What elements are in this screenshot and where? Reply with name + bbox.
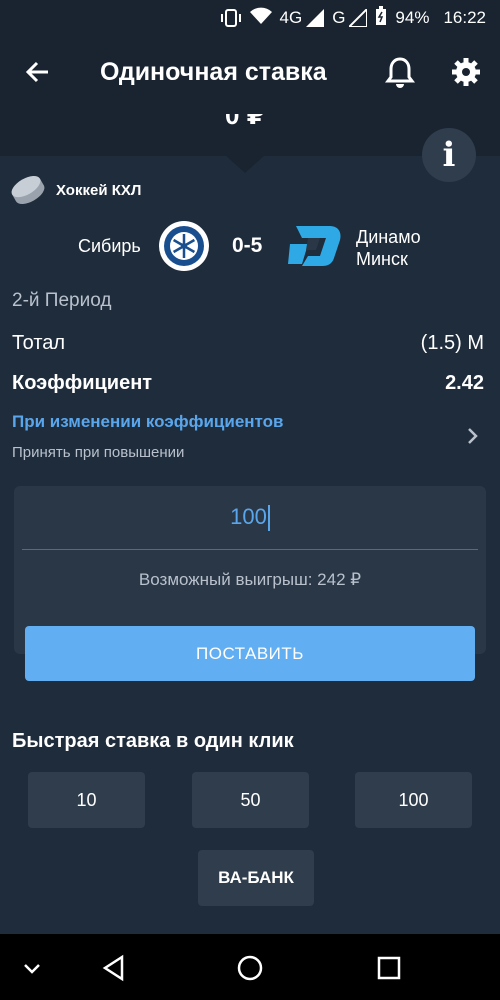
- coefficient-label: Коэффициент: [12, 372, 153, 394]
- stake-value: 100: [230, 504, 267, 529]
- battery-percent: 94%: [395, 8, 430, 27]
- total-amount: 0 ₽: [225, 114, 265, 130]
- stake-input[interactable]: 100: [14, 504, 486, 532]
- away-team: Динамо Минск: [356, 226, 421, 270]
- period-label: 2-й Период: [12, 290, 112, 311]
- quick-bet-100-button[interactable]: 100: [355, 772, 472, 828]
- chevron-down-icon[interactable]: [18, 954, 46, 982]
- clock: 16:22: [443, 8, 486, 27]
- total-row: Тотал (1.5) М: [12, 332, 484, 355]
- quick-bet-10-button[interactable]: 10: [28, 772, 145, 828]
- match-score: 0-5: [232, 234, 263, 257]
- league-row: Хоккей КХЛ: [10, 172, 141, 208]
- hockey-puck-icon: [11, 175, 45, 205]
- text-caret: [267, 505, 270, 532]
- status-bar: 4G G 94% 16:22: [0, 0, 500, 36]
- system-nav-bar: [0, 934, 500, 1000]
- all-in-button[interactable]: ВА-БАНК: [198, 850, 314, 906]
- page-title: Одиночная ставка: [100, 58, 327, 86]
- network-label-2: G: [332, 8, 346, 27]
- info-button[interactable]: i: [422, 128, 476, 182]
- home-team: Сибирь: [78, 236, 141, 256]
- quick-bet-50-button[interactable]: 50: [192, 772, 309, 828]
- away-team-line-2: Минск: [356, 249, 408, 269]
- network-label-1: 4G: [279, 8, 303, 27]
- dinamo-minsk-logo-icon: [288, 222, 344, 270]
- signal-icon: [306, 9, 325, 27]
- chevron-right-icon: [462, 426, 482, 446]
- coefficient-value: 2.42: [445, 372, 484, 394]
- odds-change-setting[interactable]: При изменении коэффициентов Принять при …: [0, 408, 500, 468]
- sibir-logo-icon: [158, 220, 210, 272]
- coefficient-row: Коэффициент 2.42: [12, 372, 484, 395]
- nav-home-icon[interactable]: [236, 954, 264, 982]
- info-icon: i: [442, 135, 456, 175]
- signal-icon-2: [349, 9, 368, 27]
- band-pointer: [225, 155, 265, 173]
- odds-change-title: При изменении коэффициентов: [12, 412, 284, 431]
- possible-win: Возможный выигрыш: 242 ₽: [138, 570, 362, 589]
- match-row: Сибирь 0-5 Динамо Минск: [0, 220, 500, 276]
- wifi-icon: [249, 7, 272, 30]
- odds-change-subtitle: Принять при повышении: [12, 444, 185, 461]
- back-arrow-icon[interactable]: [22, 56, 54, 88]
- place-bet-button[interactable]: ПОСТАВИТЬ: [25, 626, 475, 681]
- away-team-line-1: Динамо: [356, 227, 421, 247]
- app-bar: Одиночная ставка: [0, 36, 500, 114]
- league-name: Хоккей КХЛ: [56, 181, 142, 199]
- gear-icon[interactable]: [450, 56, 482, 88]
- total-value: (1.5) М: [420, 332, 484, 354]
- total-label: Тотал: [12, 332, 66, 354]
- nav-recents-icon[interactable]: [375, 954, 403, 982]
- quick-bet-title: Быстрая ставка в один клик: [12, 730, 294, 752]
- bell-icon[interactable]: [384, 56, 416, 90]
- nav-back-icon[interactable]: [100, 954, 128, 982]
- input-underline: [22, 549, 478, 550]
- vibrate-icon: [220, 9, 242, 27]
- battery-icon: [375, 5, 387, 31]
